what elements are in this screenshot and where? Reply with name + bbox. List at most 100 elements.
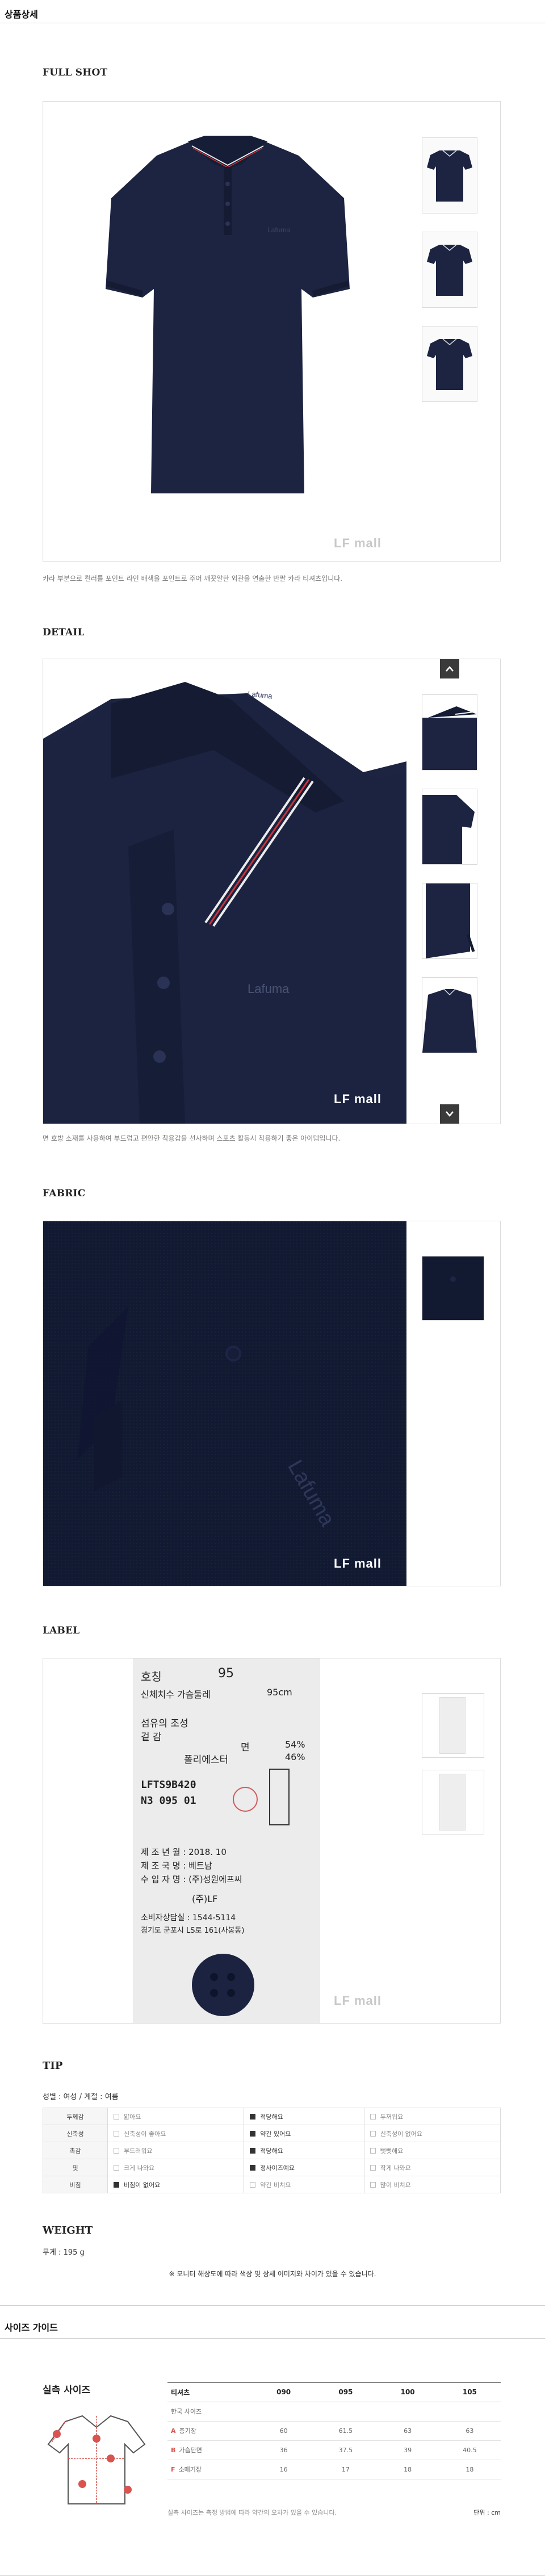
inspection-box: [269, 1769, 290, 1825]
tip-option-label: 약간 있어요: [260, 2130, 291, 2138]
tip-row: 두께감 얇아요 적당해요 두꺼워요: [43, 2108, 501, 2125]
tip-row: 촉감 부드러워요 적당해요 뻣뻣해요: [43, 2142, 501, 2159]
tip-row-label: 신축성: [43, 2125, 108, 2142]
size-row-label: A 총기장: [167, 2421, 253, 2441]
detail-thumb-1[interactable]: [422, 694, 477, 770]
color-notice: ※ 모니터 해상도에 따라 색상 및 상세 이미지와 차이가 있을 수 있습니다…: [169, 2270, 376, 2278]
tip-option-label: 신축성이 없어요: [380, 2130, 423, 2138]
tip-option-label: 신축성이 좋아요: [124, 2130, 166, 2138]
size-guide-title: 사이즈 가이드: [5, 2322, 58, 2333]
checkbox-icon: [250, 2130, 256, 2137]
tag-code-2: N3 095 01: [141, 1795, 196, 1807]
checkbox-icon: [370, 2147, 376, 2154]
chevron-up-icon: [446, 666, 454, 672]
full-shot-thumb-1[interactable]: [422, 137, 477, 213]
tag-made-date: 제 조 년 월 : 2018. 10: [141, 1847, 227, 1857]
fabric-main-image: Lafuma: [43, 1221, 406, 1586]
tag-size-value: 95: [218, 1666, 234, 1681]
size-row: B 가슴단면 36 37.5 39 40.5: [167, 2440, 501, 2460]
size-cell: 63: [438, 2421, 501, 2441]
tag-poly: 폴리에스터: [184, 1754, 229, 1766]
tag-size-label: 호칭: [141, 1670, 162, 1683]
detail-thumb-3[interactable]: [422, 883, 477, 959]
tip-option-label: 약간 비쳐요: [260, 2181, 291, 2189]
size-col-header: 090: [253, 2382, 315, 2402]
measure-letter: F: [171, 2466, 175, 2473]
tip-meta: 성별 : 여성 / 계절 : 여름: [43, 2093, 119, 2101]
detail-thumb-4[interactable]: [422, 977, 477, 1053]
tip-row-label: 촉감: [43, 2142, 108, 2159]
full-shot-caption: 카라 부분으로 컬러를 포인트 라인 배색을 포인트로 주어 깨끗알한 외관을 …: [43, 575, 343, 583]
size-cell: 18: [438, 2460, 501, 2479]
thumb-scroll-up-button[interactable]: [440, 659, 459, 678]
checkbox-icon: [114, 2147, 119, 2154]
tag-cotton: 면: [241, 1742, 250, 1753]
size-cell: 17: [315, 2460, 377, 2479]
lf-mall-watermark: LF mall: [334, 536, 382, 550]
size-col-header: 095: [315, 2382, 377, 2402]
checkbox-icon: [114, 2181, 119, 2188]
thumb-scroll-down-button[interactable]: [440, 1104, 459, 1124]
checkbox-icon: [114, 2130, 119, 2137]
measure-letter: A: [171, 2427, 176, 2435]
size-col-header: 100: [376, 2382, 439, 2402]
tip-row-label: 핏: [43, 2159, 108, 2176]
tag-poly-pct: 46%: [285, 1752, 305, 1762]
tip-option: 작게 나와요: [363, 2159, 501, 2176]
tip-option: 정사이즈예요: [244, 2159, 364, 2176]
full-shot-heading: FULL SHOT: [43, 67, 108, 78]
size-cell: 39: [376, 2440, 439, 2460]
fabric-thumb-1[interactable]: [422, 1256, 484, 1321]
detail-section-title: 상품상세: [5, 9, 38, 20]
checkbox-icon: [370, 2113, 376, 2120]
label-main-image: 호칭 95 신체치수 가슴둘레 95cm 섬유의 조성 겉 감 면 54% 폴리…: [43, 1658, 406, 2023]
size-cell: 61.5: [315, 2421, 377, 2441]
size-row-label: B 가슴단면: [167, 2440, 253, 2460]
label-heading: LABEL: [43, 1625, 80, 1636]
detail-frame: Lafuma Lafuma LF mall: [43, 659, 501, 1124]
size-subhead: 한국 사이즈: [167, 2402, 501, 2422]
tip-option-label: 정사이즈예요: [260, 2164, 295, 2172]
tip-option: 얇아요: [107, 2108, 245, 2125]
tip-option-label: 비침이 없어요: [124, 2181, 161, 2189]
measure-name: 소매기장: [178, 2466, 202, 2473]
tip-option: 뻣뻣해요: [363, 2142, 501, 2159]
tag-shell: 겉 감: [141, 1732, 162, 1743]
tag-brand: (주)LF: [192, 1894, 218, 1904]
tip-option: 신축성이 없어요: [363, 2125, 501, 2142]
fabric-frame: Lafuma LF mall: [43, 1221, 501, 1586]
tip-option-label: 뻣뻣해요: [380, 2147, 404, 2155]
size-row-label: F 소매기장: [167, 2460, 253, 2479]
size-row: F 소매기장 16 17 18 18: [167, 2460, 501, 2479]
checkbox-icon: [114, 2164, 119, 2171]
tip-option-label: 얇아요: [124, 2113, 141, 2121]
measure-letter: B: [171, 2447, 176, 2454]
label-thumb-2[interactable]: [422, 1770, 484, 1834]
tag-code-1: LFTS9B420: [141, 1779, 196, 1791]
lf-mall-watermark: LF mall: [334, 1556, 382, 1570]
size-table-header: 티셔츠 090 095 100 105: [167, 2382, 501, 2402]
tag-cotton-pct: 54%: [285, 1739, 305, 1750]
tag-importer: 수 입 자 명 : (주)성원에프씨: [141, 1874, 242, 1884]
size-guide-panel: 실측 사이즈 티셔츠 090 095 100 105 한국 사이즈 A 총기장 60 61.5 63…: [43, 2359, 501, 2529]
size-guide-heading: 실측 사이즈: [43, 2385, 91, 2396]
detail-main-image: Lafuma Lafuma: [43, 659, 406, 1124]
size-col-header: 105: [438, 2382, 501, 2402]
full-shot-thumb-2[interactable]: [422, 232, 477, 308]
label-thumb-1[interactable]: [422, 1693, 484, 1758]
detail-thumb-2[interactable]: [422, 789, 477, 865]
full-shot-main-image: Lafuma: [43, 102, 406, 561]
chevron-down-icon: [446, 1111, 454, 1117]
tip-option: 적당해요: [244, 2108, 364, 2125]
tip-row: 비침 비침이 없어요 약간 비쳐요 많이 비쳐요: [43, 2176, 501, 2193]
size-col-header: 티셔츠: [167, 2382, 253, 2402]
tip-row-label: 비침: [43, 2176, 108, 2193]
size-subhead-row: 한국 사이즈: [167, 2402, 501, 2422]
tip-option-label: 많이 비쳐요: [380, 2181, 411, 2189]
tip-option-label: 크게 나와요: [124, 2164, 155, 2172]
full-shot-frame: Lafuma LF mall: [43, 101, 501, 562]
full-shot-thumb-3[interactable]: [422, 326, 477, 402]
tip-title: TIP: [43, 2060, 63, 2072]
size-cell: 60: [253, 2421, 315, 2441]
tip-option-label: 두꺼워요: [380, 2113, 404, 2121]
